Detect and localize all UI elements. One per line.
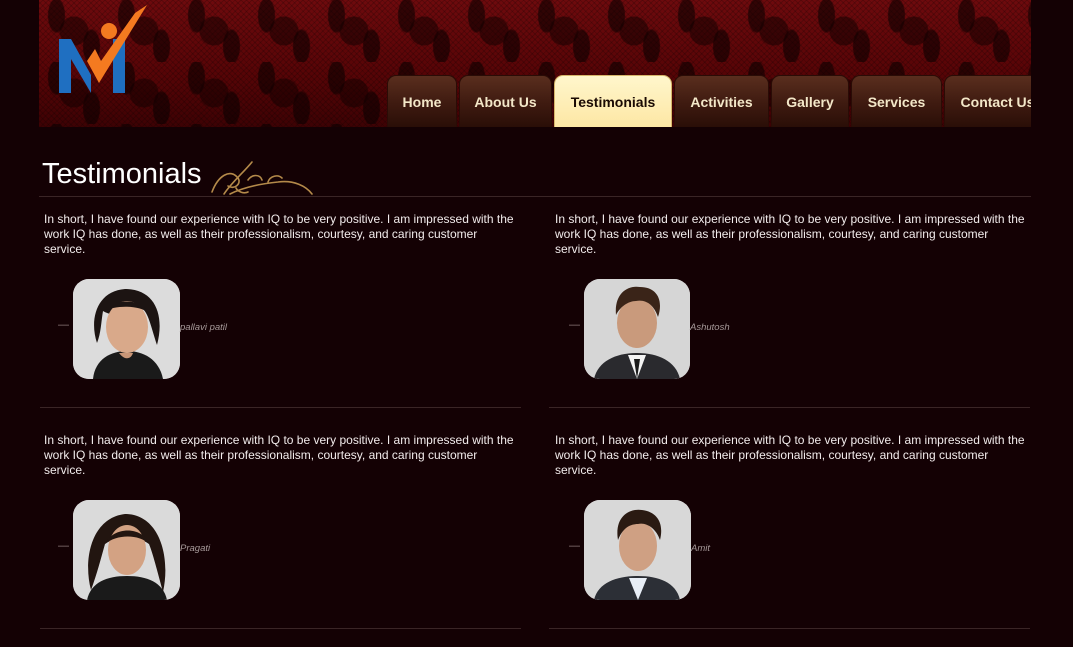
tab-label: Testimonials xyxy=(570,93,656,110)
tab-gallery[interactable]: Gallery xyxy=(771,75,849,127)
card-divider xyxy=(40,407,521,408)
avatar xyxy=(73,500,180,600)
tab-home[interactable]: Home xyxy=(387,75,457,127)
testimonial-card: In short, I have found our experience wi… xyxy=(549,433,1032,629)
author-dash: — xyxy=(58,540,69,552)
testimonial-quote: In short, I have found our experience wi… xyxy=(44,433,514,477)
tab-services[interactable]: Services xyxy=(851,75,942,127)
site-header: Home About Us Testimonials Activities Ga… xyxy=(39,0,1031,127)
author-dash: — xyxy=(58,319,69,331)
iq-logo-icon[interactable] xyxy=(57,3,157,99)
page-title: Testimonials xyxy=(42,158,202,190)
tab-contact-us[interactable]: Contact Us xyxy=(944,75,1031,127)
tab-testimonials[interactable]: Testimonials xyxy=(554,75,672,127)
testimonial-card: In short, I have found our experience wi… xyxy=(40,433,521,629)
testimonial-author: — pallavi patil xyxy=(40,279,521,379)
tab-label: About Us xyxy=(474,93,537,110)
author-dash: — xyxy=(569,540,580,552)
avatar xyxy=(584,279,690,379)
author-name: pallavi patil xyxy=(180,322,227,333)
testimonial-author: — Amit xyxy=(551,500,1032,600)
testimonial-quote: In short, I have found our experience wi… xyxy=(44,212,514,256)
author-name: Pragati xyxy=(180,543,211,554)
author-name: Amit xyxy=(691,543,710,554)
tab-label: Contact Us xyxy=(960,93,1031,110)
avatar xyxy=(584,500,691,600)
card-divider xyxy=(549,407,1030,408)
tab-label: Activities xyxy=(690,93,753,110)
card-divider xyxy=(40,628,521,629)
testimonial-author: — Pragati xyxy=(40,500,521,600)
flourish-ornament-icon xyxy=(211,161,313,195)
title-divider xyxy=(39,196,1031,197)
main-nav: Home About Us Testimonials Activities Ga… xyxy=(387,75,1031,127)
testimonial-author: — Ashutosh xyxy=(551,279,1032,379)
author-name: Ashutosh xyxy=(690,322,730,333)
testimonial-quote: In short, I have found our experience wi… xyxy=(555,433,1025,477)
card-divider xyxy=(549,628,1030,629)
tab-label: Services xyxy=(867,93,926,110)
tab-activities[interactable]: Activities xyxy=(674,75,769,127)
testimonial-card: In short, I have found our experience wi… xyxy=(40,212,521,408)
tab-label: Gallery xyxy=(786,93,834,110)
author-dash: — xyxy=(569,319,580,331)
testimonial-quote: In short, I have found our experience wi… xyxy=(555,212,1025,256)
avatar xyxy=(73,279,180,379)
tab-label: Home xyxy=(402,93,442,110)
tab-about-us[interactable]: About Us xyxy=(459,75,552,127)
testimonial-card: In short, I have found our experience wi… xyxy=(549,212,1032,408)
